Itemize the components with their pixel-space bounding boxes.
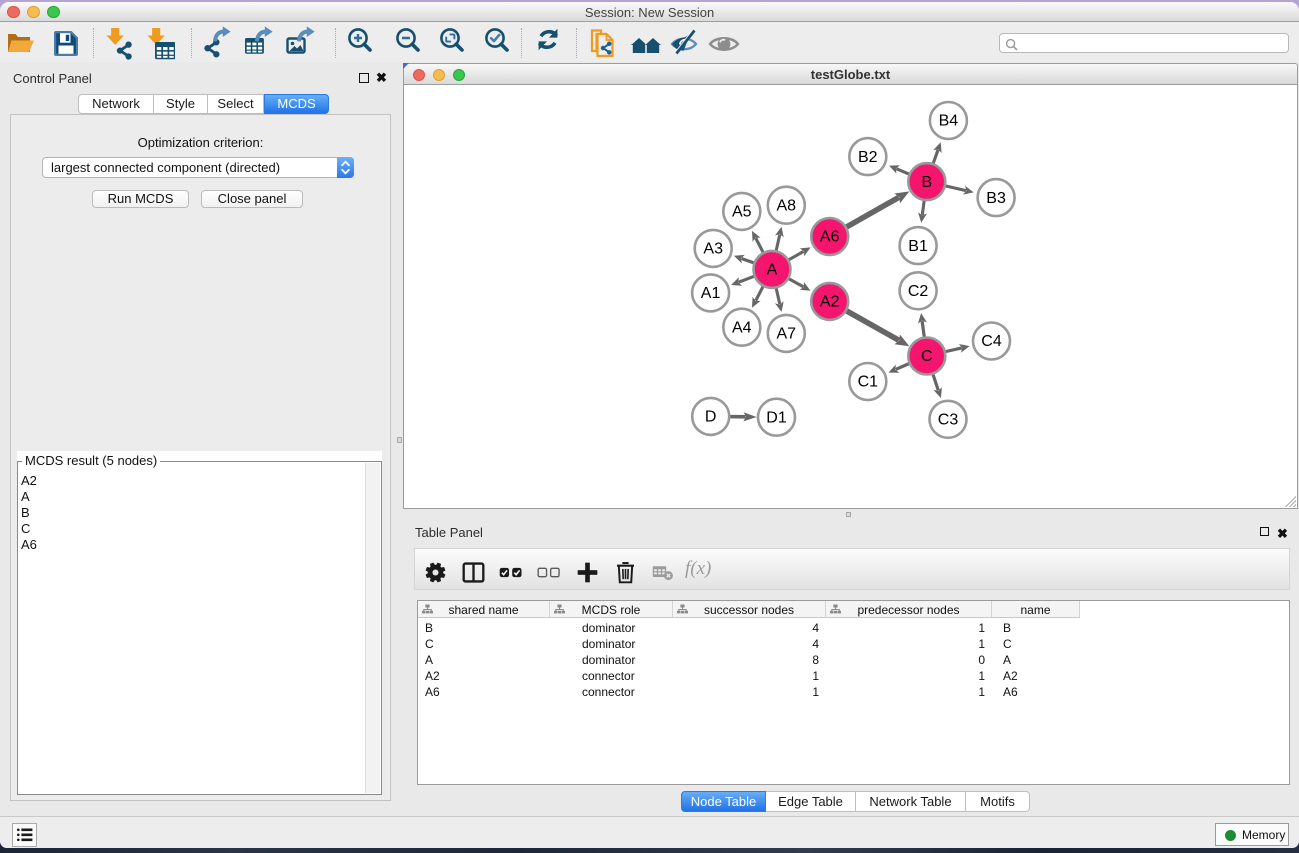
svg-text:A3: A3 [703,241,723,258]
svg-text:D1: D1 [766,409,787,426]
svg-text:A4: A4 [732,319,752,336]
svg-text:C: C [921,348,933,365]
svg-text:C1: C1 [858,374,879,391]
svg-text:C3: C3 [938,412,959,429]
svg-text:A6: A6 [820,229,840,246]
svg-text:B3: B3 [986,190,1006,207]
svg-text:C2: C2 [908,283,929,300]
svg-text:A2: A2 [820,294,840,311]
svg-text:C4: C4 [981,333,1002,350]
svg-text:A7: A7 [777,326,797,343]
svg-text:A: A [767,262,778,279]
svg-text:B1: B1 [908,238,928,255]
svg-text:A8: A8 [777,197,797,214]
svg-text:B2: B2 [858,149,878,166]
svg-text:A5: A5 [732,204,752,221]
svg-text:D: D [705,409,717,426]
svg-text:A1: A1 [701,285,721,302]
svg-text:B: B [921,174,932,191]
svg-text:B4: B4 [939,113,959,130]
